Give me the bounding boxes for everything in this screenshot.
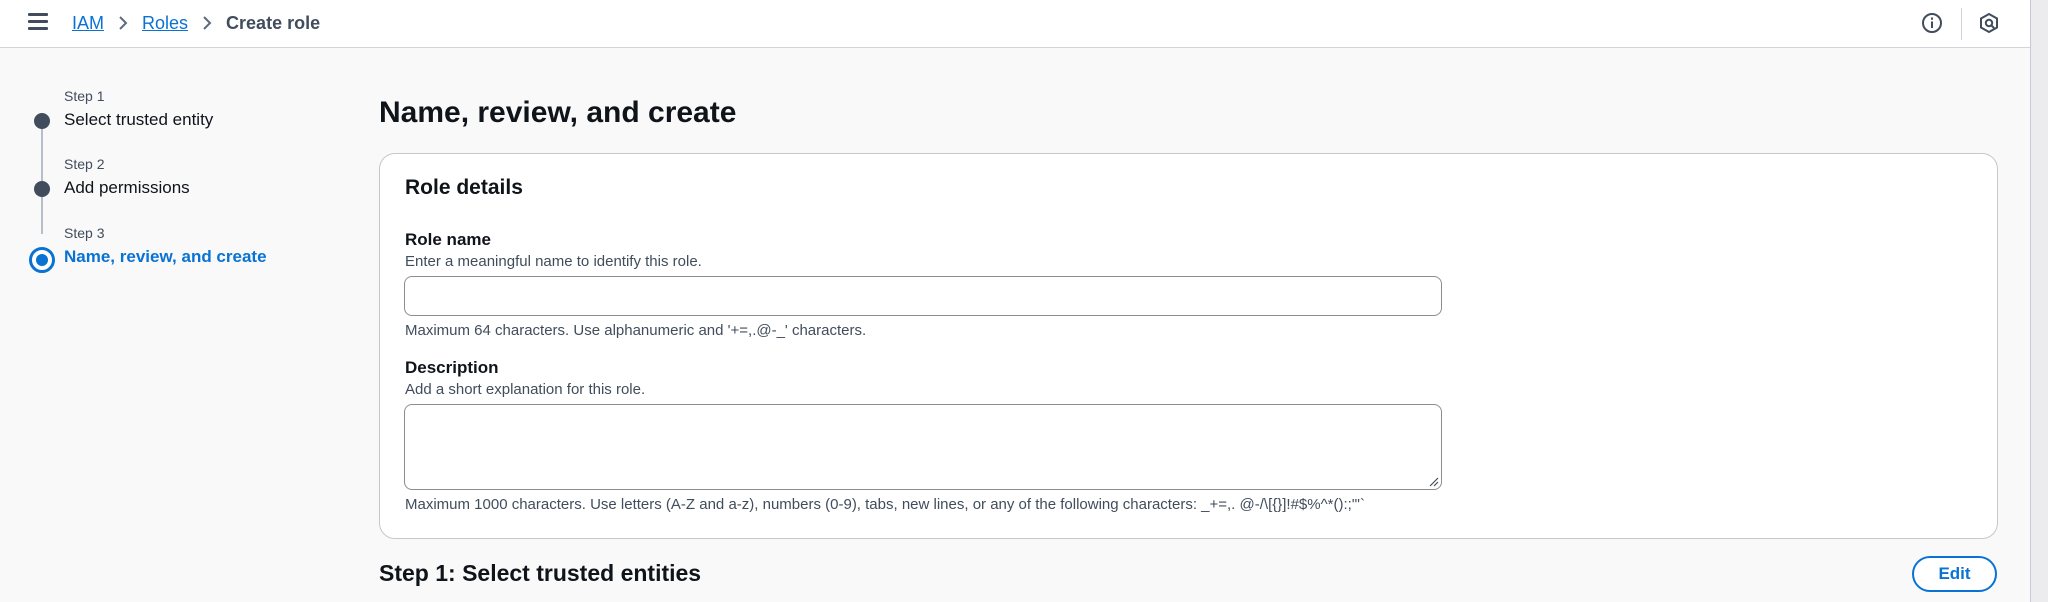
description-constraint: Maximum 1000 characters. Use letters (A-…	[405, 496, 1365, 513]
steps-connector-line	[41, 114, 43, 234]
description-label: Description	[405, 358, 499, 377]
role-details-heading: Role details	[405, 176, 523, 199]
step-2-complete-dot	[34, 181, 50, 197]
scrollbar[interactable]	[2030, 0, 2048, 602]
page-title: Name, review, and create	[379, 96, 737, 129]
step-3-active-dot	[29, 247, 55, 273]
top-navigation-bar: IAM Roles Create role	[0, 0, 2030, 48]
role-name-input[interactable]	[404, 276, 1442, 316]
step-3-label: Name, review, and create	[64, 247, 267, 266]
breadcrumb-link-iam[interactable]: IAM	[72, 10, 104, 36]
step-3-number: Step 3	[64, 225, 105, 241]
role-name-constraint: Maximum 64 characters. Use alphanumeric …	[405, 322, 867, 339]
step-1-number: Step 1	[64, 88, 105, 104]
step-2-number: Step 2	[64, 156, 105, 172]
chevron-right-icon	[118, 15, 128, 31]
role-details-container: Role details Role name Enter a meaningfu…	[379, 153, 1998, 539]
breadcrumb: IAM Roles Create role	[72, 10, 320, 36]
info-icon[interactable]	[1921, 12, 1943, 39]
step-1-label[interactable]: Select trusted entity	[64, 110, 213, 130]
role-name-description: Enter a meaningful name to identify this…	[405, 253, 702, 270]
step-2-label[interactable]: Add permissions	[64, 178, 190, 198]
step1-section-title: Step 1: Select trusted entities	[379, 560, 702, 586]
breadcrumb-link-roles[interactable]: Roles	[142, 10, 188, 36]
edit-step1-button[interactable]: Edit	[1912, 556, 1997, 592]
step-1-complete-dot	[34, 113, 50, 129]
chevron-right-icon	[202, 15, 212, 31]
description-hint: Add a short explanation for this role.	[405, 381, 646, 398]
resize-handle-icon[interactable]	[1429, 477, 1439, 487]
breadcrumb-current: Create role	[226, 13, 321, 33]
toolbar-divider	[1961, 8, 1962, 40]
hexagon-settings-icon[interactable]	[1978, 12, 2000, 39]
description-textarea[interactable]	[404, 404, 1442, 490]
role-name-label: Role name	[405, 230, 491, 249]
hamburger-menu-icon[interactable]	[28, 13, 48, 31]
